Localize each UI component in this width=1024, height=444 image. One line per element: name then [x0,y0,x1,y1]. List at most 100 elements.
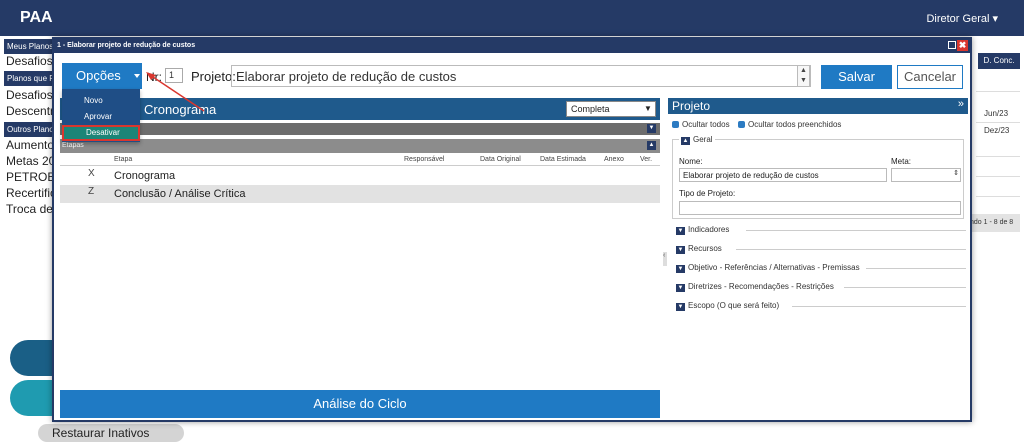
row-mark: Z [88,186,95,197]
section-objetivo[interactable]: ▼ Objetivo - Referências / Alternativas -… [676,263,966,273]
spinner-icon[interactable]: ▲ ▼ [797,65,810,87]
divider [976,122,1020,123]
list-item[interactable]: Troca de [6,202,54,216]
table-row[interactable]: X Cronograma [60,167,660,185]
opcoes-button[interactable]: Opções [62,63,142,89]
date-cell: Dez/23 [984,126,1010,135]
user-menu[interactable]: Diretor Geral ▾ [926,12,998,25]
chevron-down-icon: ▼ [676,284,685,292]
save-button[interactable]: Salvar [821,65,892,89]
view-select-value: Completa [571,104,610,114]
menu-item-aprovar[interactable]: Aprovar [62,109,140,125]
divider [976,156,1020,157]
menu-item-novo[interactable]: Novo [62,93,140,109]
hide-filled-label: Ocultar todos preenchidos [748,120,842,129]
list-item[interactable]: Desafios [6,88,54,102]
section-indicadores[interactable]: ▼ Indicadores [676,225,966,235]
hide-all-link[interactable]: Ocultar todos [672,120,730,129]
project-modal: 1 - Elaborar projeto de redução de custo… [52,37,972,422]
section-escopo[interactable]: ▼ Escopo (O que será feito) [676,301,966,311]
expand-icon[interactable]: ▲ [647,141,656,150]
meta-label: Meta: [891,157,912,166]
modal-titlebar: 1 - Elaborar projeto de redução de custo… [54,39,970,53]
nome-field[interactable]: Elaborar projeto de redução de custos [679,168,887,182]
hide-all-label: Ocultar todos [682,120,730,129]
view-select[interactable]: Completa ▼ [566,101,656,117]
projeto-field[interactable]: Elaborar projeto de redução de custos [231,65,811,87]
column-header[interactable]: Ver. [640,156,652,163]
section-label: Objetivo - Referências / Alternativas - … [688,263,860,272]
cronograma-subbar: ▼ [60,123,660,135]
list-item[interactable]: PETROBR [6,170,54,184]
row-name: Cronograma [114,170,176,182]
pager-info: ndo 1 - 8 de 8 [968,214,1020,232]
section-label: Indicadores [688,225,730,234]
projeto-header: Projeto » [668,98,968,114]
app-title: PAA [20,9,53,26]
list-item[interactable]: Descentra [6,104,54,118]
section-meus-planos[interactable]: Meus Planos [4,39,54,54]
nome-label: Nome: [679,157,703,166]
column-header[interactable]: Responsável [404,156,444,163]
projeto-label: Projeto: [191,69,236,84]
table-row[interactable]: Z Conclusão / Análise Crítica [60,185,660,203]
nr-field[interactable]: 1 [165,68,183,83]
divider [976,196,1020,197]
double-chevron-right-icon[interactable]: » [958,98,964,110]
opcoes-menu: Novo Aprovar Desativar [62,89,140,142]
section-label: Recursos [688,244,722,253]
section-diretrizes[interactable]: ▼ Diretrizes - Recomendações - Restrições [676,282,966,292]
meta-field[interactable]: ⇕ [891,168,961,182]
row-mark: X [88,168,95,179]
section-recursos[interactable]: ▼ Recursos [676,244,966,254]
chevron-down-icon: ▼ [676,265,685,273]
panel-splitter[interactable]: ‹ [663,252,667,266]
projeto-title: Projeto [672,99,711,113]
spinner-icon[interactable]: ⇕ [953,169,959,177]
hide-filled-link[interactable]: Ocultar todos preenchidos [738,120,841,129]
list-item[interactable]: Aumento [6,138,54,152]
column-header-dconc[interactable]: D. Conc. [978,53,1020,69]
chevron-up-icon: ▲ [681,137,690,145]
maximize-icon[interactable] [948,41,956,49]
list-item[interactable]: Metas 20 [6,154,54,168]
tipo-projeto-label: Tipo de Projeto: [679,189,736,198]
menu-item-desativar[interactable]: Desativar [62,125,140,141]
cancel-button[interactable]: Cancelar [897,65,963,89]
list-item[interactable]: Recertific [6,186,54,200]
nr-label: Nr: [146,70,162,84]
divider [976,176,1020,177]
chevron-down-icon: ▼ [676,227,685,235]
chevron-down-icon: ▼ [676,246,685,254]
grid-header: Etapa Responsável Data Original Data Est… [60,154,660,166]
divider [844,287,966,288]
modal-title: 1 - Elaborar projeto de redução de custo… [57,42,196,49]
section-label: Escopo (O que será feito) [688,301,780,310]
close-icon[interactable]: ✖ [957,40,968,51]
column-header[interactable]: Etapa [114,156,132,163]
etapas-bar: Etapas ▲ [60,139,660,153]
arrow-up-icon [672,121,679,128]
section-outros-planos[interactable]: Outros Planos [4,122,54,137]
analise-ciclo-button[interactable]: Análise do Ciclo [60,390,660,418]
list-item[interactable]: Desafios [6,54,54,68]
opcoes-label: Opções [76,68,121,83]
geral-label: Geral [693,135,713,144]
column-header[interactable]: Anexo [604,156,624,163]
geral-toggle[interactable]: ▲ Geral [679,135,715,145]
collapse-icon[interactable]: ▼ [647,124,656,133]
column-header[interactable]: Data Estimada [540,156,586,163]
divider [976,91,1020,92]
column-header[interactable]: Data Original [480,156,521,163]
arrow-up-icon [738,121,745,128]
restore-inactive-button[interactable]: Restaurar Inativos [38,424,184,442]
divider [792,306,966,307]
chevron-down-icon [134,74,140,78]
geral-section: ▲ Geral Nome: Elaborar projeto de redução… [672,135,964,219]
section-planos-que-participo[interactable]: Planos que P [4,71,54,86]
app-header: PAA Diretor Geral ▾ [0,0,1024,36]
row-name: Conclusão / Análise Crítica [114,188,246,200]
tipo-projeto-field[interactable] [679,201,961,215]
projeto-toolbar: Ocultar todos Ocultar todos preenchidos [668,118,968,132]
chevron-down-icon: ▼ [676,303,685,311]
